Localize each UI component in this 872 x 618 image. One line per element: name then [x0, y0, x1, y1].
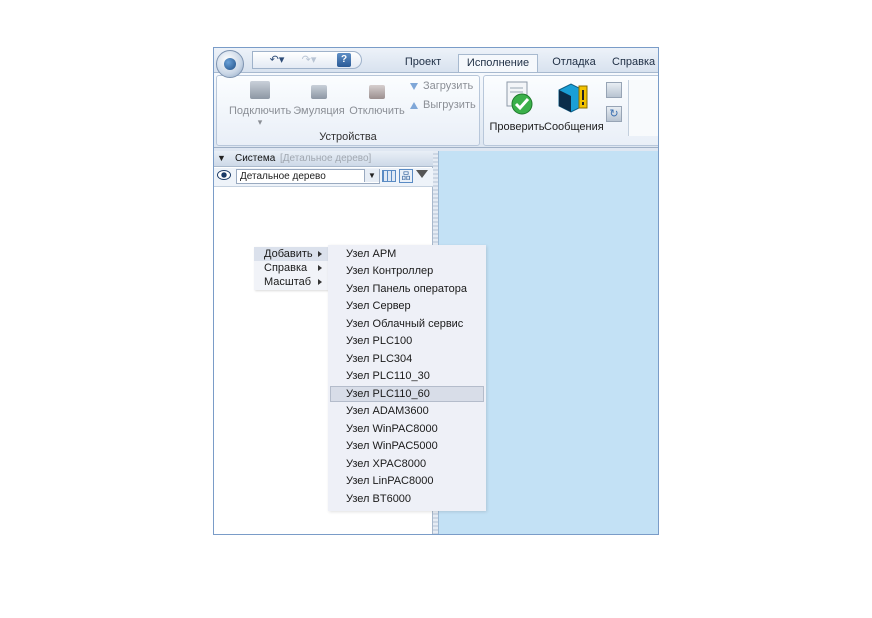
grid-icon[interactable]	[382, 170, 396, 182]
submenu-arrow-icon	[318, 265, 322, 271]
check-icon	[506, 81, 533, 115]
unload-label: Выгрузить	[423, 99, 476, 111]
messages-icon	[558, 83, 588, 113]
submenu-item-winpac8000[interactable]: Узел WinPAC8000	[330, 421, 484, 437]
messages-label: Сообщения	[544, 121, 604, 133]
help-icon[interactable]: ?	[337, 53, 351, 67]
ribbon-title-bar: ↶▾ ↷▾ ? Проект Исполнение Отладка Справк…	[214, 48, 658, 72]
devices-group: Подключить ▾ Эмуляция Отключить Загрузит…	[216, 75, 480, 146]
ribbon-overflow-area	[628, 80, 658, 136]
add-submenu: Узел АРМ Узел Контроллер Узел Панель опе…	[328, 245, 486, 511]
redo-icon[interactable]: ↷▾	[299, 52, 319, 68]
panel-header: ▼ Система [Детальное дерево]	[214, 151, 433, 167]
refresh-icon[interactable]: ↻	[606, 106, 622, 122]
unload-button[interactable]: Выгрузить	[410, 99, 476, 111]
submenu-item-bt6000[interactable]: Узел BT6000	[330, 491, 484, 507]
check-label: Проверить	[489, 121, 545, 133]
messages-button[interactable]: Сообщения	[544, 80, 604, 133]
menu-item-help-label: Справка	[264, 262, 308, 274]
tab-execution[interactable]: Исполнение	[458, 54, 538, 72]
submenu-item-plc304[interactable]: Узел PLC304	[330, 351, 484, 367]
tab-project[interactable]: Проект	[397, 54, 449, 72]
connect-icon	[250, 81, 270, 99]
context-menu: Добавить Справка Масштаб	[254, 247, 328, 290]
submenu-item-winpac5000[interactable]: Узел WinPAC5000	[330, 438, 484, 454]
submenu-item-cloud-service[interactable]: Узел Облачный сервис	[330, 316, 484, 332]
download-icon	[410, 82, 418, 90]
menu-item-scale[interactable]: Масштаб	[254, 275, 328, 289]
copy-icon[interactable]	[606, 82, 622, 98]
submenu-arrow-icon	[318, 251, 322, 257]
upload-icon	[410, 101, 418, 109]
collapse-icon[interactable]: ▼	[217, 151, 226, 166]
submenu-item-arm[interactable]: Узел АРМ	[330, 246, 484, 262]
tree-toolbar: Детальное дерево ▼ 品	[214, 168, 433, 187]
chevron-down-icon[interactable]: ▼	[364, 169, 379, 182]
emulation-icon	[311, 85, 327, 99]
disconnect-icon	[369, 85, 385, 99]
tab-help[interactable]: Справка	[612, 54, 658, 72]
ribbon-panel: Подключить ▾ Эмуляция Отключить Загрузит…	[214, 72, 658, 148]
tree-view-value: Детальное дерево	[240, 171, 326, 182]
panel-title: Система	[235, 153, 276, 164]
panel-hint: [Детальное дерево]	[280, 153, 372, 164]
menu-item-scale-label: Масштаб	[264, 276, 312, 288]
load-button[interactable]: Загрузить	[410, 80, 473, 92]
submenu-item-linpac8000[interactable]: Узел LinPAC8000	[330, 473, 484, 489]
submenu-arrow-icon	[318, 279, 322, 285]
emulation-label: Эмуляция	[293, 105, 345, 117]
filter-icon[interactable]	[416, 170, 428, 178]
connect-button[interactable]: Подключить ▾	[229, 81, 291, 128]
tree-icon[interactable]: 品	[399, 169, 413, 183]
submenu-item-plc110-60[interactable]: Узел PLC110_60	[330, 386, 484, 402]
connect-dropdown-icon[interactable]: ▾	[229, 117, 291, 128]
tree-view-select[interactable]: Детальное дерево	[236, 169, 380, 184]
emulation-button[interactable]: Эмуляция	[293, 81, 345, 117]
submenu-item-xpac8000[interactable]: Узел XPAC8000	[330, 456, 484, 472]
disconnect-label: Отключить	[349, 105, 405, 117]
submenu-item-server[interactable]: Узел Сервер	[330, 298, 484, 314]
check-group: Проверить Сообщения ↻	[483, 75, 658, 146]
submenu-item-plc100[interactable]: Узел PLC100	[330, 333, 484, 349]
menu-item-add-label: Добавить	[264, 248, 313, 260]
load-label: Загрузить	[423, 80, 474, 92]
disconnect-button[interactable]: Отключить	[348, 81, 406, 117]
quick-access-toolbar: ↶▾ ↷▾ ?	[252, 51, 362, 69]
connect-label: Подключить	[229, 105, 292, 117]
tab-debug[interactable]: Отладка	[544, 54, 604, 72]
devices-group-label: Устройства	[319, 131, 377, 143]
submenu-item-plc110-30[interactable]: Узел PLC110_30	[330, 368, 484, 384]
menu-item-help[interactable]: Справка	[254, 261, 328, 275]
menu-item-add[interactable]: Добавить	[254, 247, 328, 261]
eye-icon[interactable]	[217, 170, 231, 180]
app-menu-icon[interactable]	[216, 50, 244, 78]
submenu-item-operator-panel[interactable]: Узел Панель оператора	[330, 281, 484, 297]
undo-icon[interactable]: ↶▾	[267, 52, 287, 68]
submenu-item-controller[interactable]: Узел Контроллер	[330, 263, 484, 279]
submenu-item-adam3600[interactable]: Узел ADAM3600	[330, 403, 484, 419]
check-button[interactable]: Проверить	[488, 80, 546, 133]
